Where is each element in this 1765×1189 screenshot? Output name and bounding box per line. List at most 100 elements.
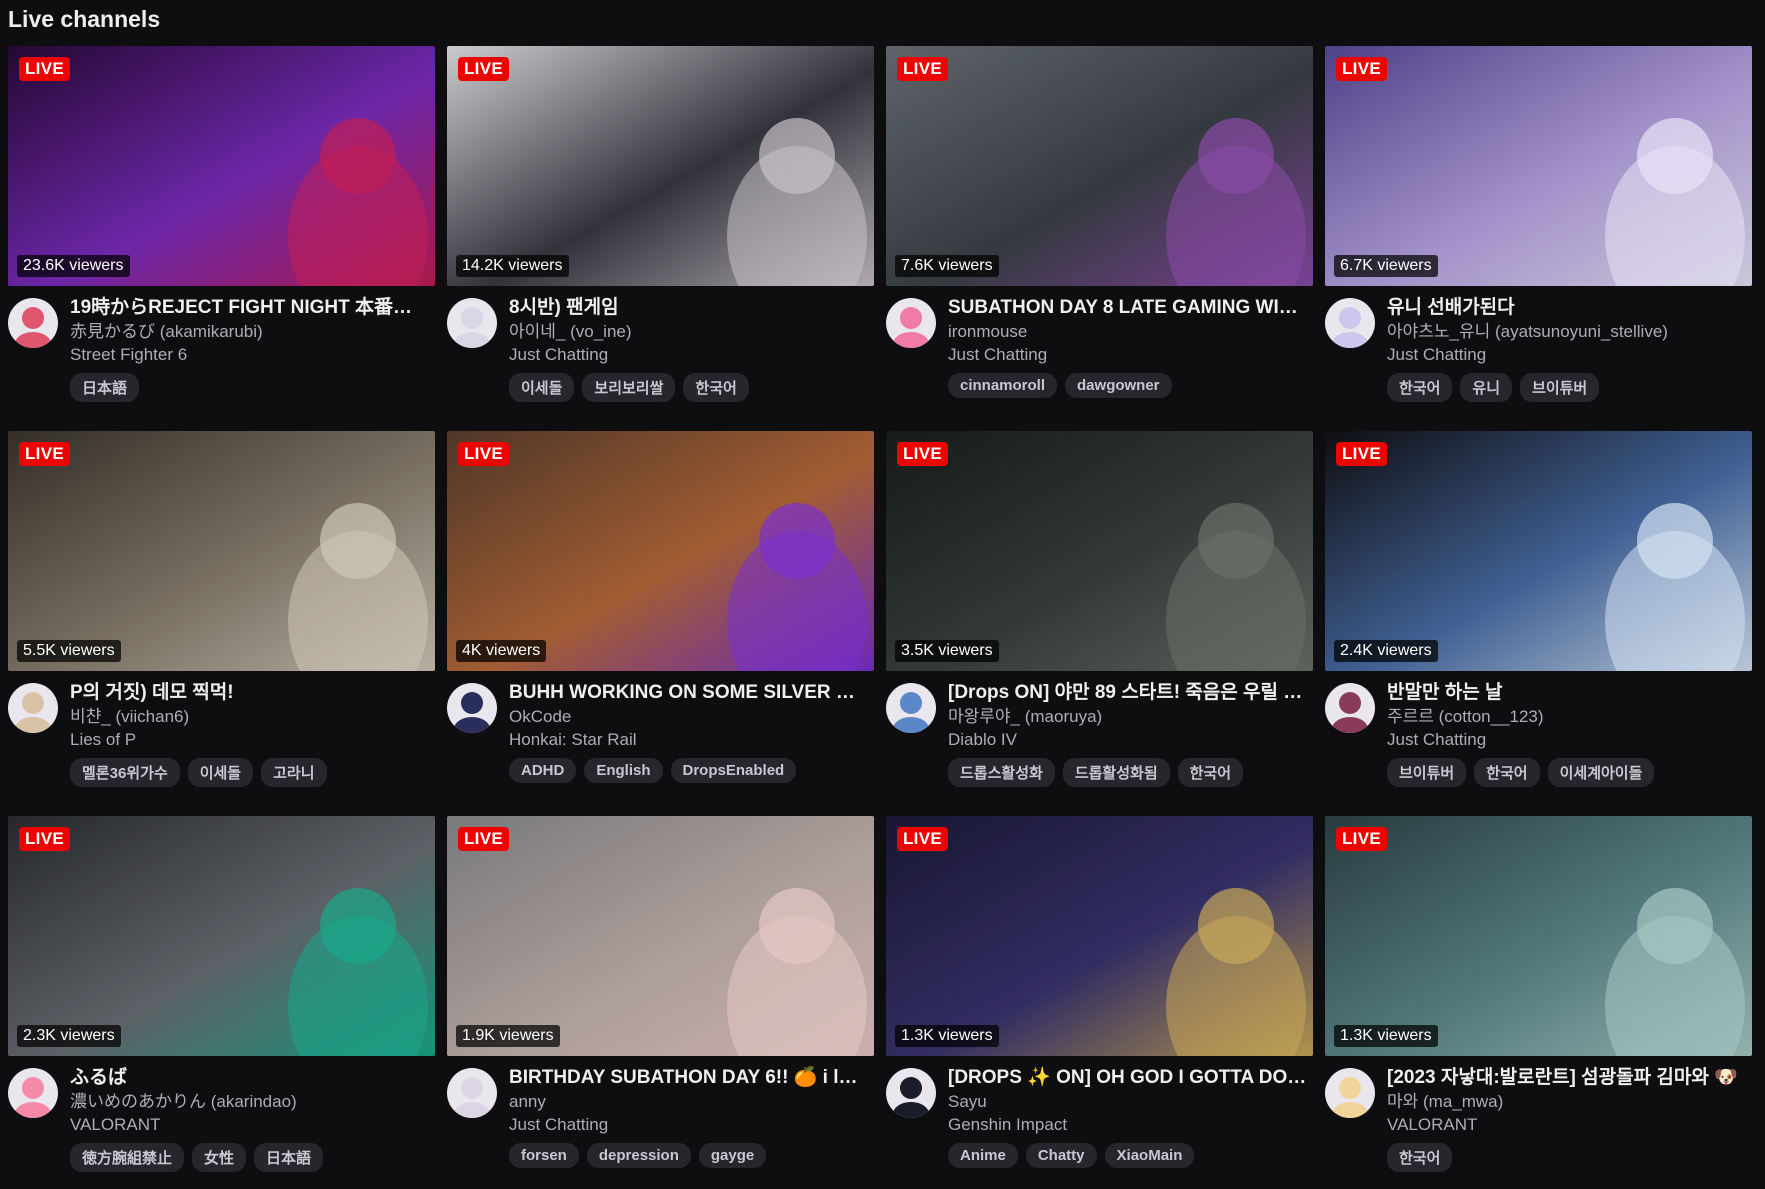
category-link[interactable]: VALORANT <box>70 1113 430 1137</box>
stream-title[interactable]: 8시반) 팬게임 <box>509 296 869 320</box>
tag[interactable]: 브이튜버 <box>1520 373 1600 402</box>
stream-title[interactable]: BUHH WORKING ON SOME SILVER WOLF … <box>509 681 869 705</box>
channel-avatar[interactable] <box>886 1068 936 1118</box>
stream-title[interactable]: SUBATHON DAY 8 LATE GAMING WITH F… <box>948 296 1308 320</box>
channel-name[interactable]: 아이네_ (vo_ine) <box>509 320 869 343</box>
tag[interactable]: English <box>584 758 663 783</box>
tag[interactable]: 한국어 <box>1474 758 1540 787</box>
channel-avatar[interactable] <box>8 1068 58 1118</box>
channel-avatar[interactable] <box>8 298 58 348</box>
tag[interactable]: XiaoMain <box>1104 1143 1195 1168</box>
avatar-image <box>8 683 58 733</box>
tag[interactable]: 이세계아이돌 <box>1547 758 1655 787</box>
tag[interactable]: 한국어 <box>1387 373 1453 402</box>
tag[interactable]: forsen <box>509 1143 579 1168</box>
category-link[interactable]: Just Chatting <box>509 1113 869 1137</box>
tag[interactable]: 고라니 <box>261 758 327 787</box>
stream-title[interactable]: [Drops ON] 야만 89 스타트! 죽음은 우릴 더… <box>948 681 1308 705</box>
channel-name[interactable]: 赤見かるび (akamikarubi) <box>70 320 430 343</box>
stream-thumbnail[interactable]: LIVE 23.6K viewers <box>8 46 435 286</box>
stream-title[interactable]: 유니 선배가된다 <box>1387 296 1747 320</box>
tag[interactable]: ADHD <box>509 758 577 783</box>
stream-thumbnail[interactable]: LIVE 1.9K viewers <box>447 816 874 1056</box>
channel-name[interactable]: 주르르 (cotton__123) <box>1387 705 1747 728</box>
category-link[interactable]: VALORANT <box>1387 1113 1747 1137</box>
channel-avatar[interactable] <box>886 683 936 733</box>
avatar-image <box>1325 1068 1375 1118</box>
channel-avatar[interactable] <box>447 683 497 733</box>
avatar-image <box>886 683 936 733</box>
category-link[interactable]: Street Fighter 6 <box>70 343 430 367</box>
channel-avatar[interactable] <box>1325 683 1375 733</box>
tag[interactable]: 유니 <box>1460 373 1513 402</box>
tag[interactable]: DropsEnabled <box>670 758 797 783</box>
category-link[interactable]: Honkai: Star Rail <box>509 728 869 752</box>
channel-name[interactable]: 마왕루야_ (maoruya) <box>948 705 1308 728</box>
tag[interactable]: Chatty <box>1025 1143 1097 1168</box>
category-link[interactable]: Just Chatting <box>509 343 869 367</box>
tag[interactable]: depression <box>586 1143 691 1168</box>
tag[interactable]: gayge <box>698 1143 767 1168</box>
stream-thumbnail[interactable]: LIVE 6.7K viewers <box>1325 46 1752 286</box>
stream-title[interactable]: P의 거짓) 데모 찍먹! <box>70 681 430 705</box>
stream-thumbnail[interactable]: LIVE 1.3K viewers <box>886 816 1313 1056</box>
stream-title[interactable]: ふるば <box>70 1066 430 1090</box>
tag[interactable]: 女性 <box>192 1143 247 1172</box>
category-link[interactable]: Just Chatting <box>1387 728 1747 752</box>
stream-thumbnail[interactable]: LIVE 2.4K viewers <box>1325 431 1752 671</box>
category-link[interactable]: Just Chatting <box>1387 343 1747 367</box>
tag[interactable]: 이세돌 <box>509 373 575 402</box>
tag[interactable]: 멜론36위가수 <box>70 758 180 787</box>
stream-meta: BUHH WORKING ON SOME SILVER WOLF …OkCode… <box>447 671 874 804</box>
viewer-count: 2.3K viewers <box>17 1025 121 1047</box>
tag[interactable]: 日本語 <box>70 373 140 402</box>
tag[interactable]: cinnamoroll <box>948 373 1058 398</box>
stream-thumbnail[interactable]: LIVE 14.2K viewers <box>447 46 874 286</box>
tag[interactable]: 드롭활성화됨 <box>1062 758 1170 787</box>
stream-info: BUHH WORKING ON SOME SILVER WOLF …OkCode… <box>509 681 869 783</box>
tag[interactable]: 한국어 <box>1177 758 1244 787</box>
stream-thumbnail[interactable]: LIVE 3.5K viewers <box>886 431 1313 671</box>
tag[interactable]: 한국어 <box>683 373 749 402</box>
stream-title[interactable]: BIRTHDAY SUBATHON DAY 6!! 🍊 i love s… <box>509 1066 869 1090</box>
channel-grid: LIVE 23.6K viewers 19時からREJECT FIGHT NIGHT… <box>8 46 1752 1189</box>
channel-name[interactable]: OkCode <box>509 705 869 728</box>
channel-name[interactable]: 마와 (ma_mwa) <box>1387 1090 1747 1113</box>
stream-thumbnail[interactable]: LIVE 4K viewers <box>447 431 874 671</box>
channel-name[interactable]: anny <box>509 1090 869 1113</box>
channel-name[interactable]: ironmouse <box>948 320 1308 343</box>
channel-avatar[interactable] <box>447 298 497 348</box>
tag[interactable]: 徳方腕組禁止 <box>70 1143 185 1172</box>
stream-title[interactable]: [2023 자낳대:발로란트] 섬광돌파 김마와 🐶 <box>1387 1066 1747 1090</box>
stream-title[interactable]: 반말만 하는 날 <box>1387 681 1747 705</box>
tag[interactable]: 日本語 <box>254 1143 324 1172</box>
tag[interactable]: 한국어 <box>1387 1143 1453 1172</box>
tag[interactable]: dawgowner <box>1065 373 1172 398</box>
category-link[interactable]: Diablo IV <box>948 728 1308 752</box>
tag[interactable]: 보리보리쌀 <box>582 373 676 402</box>
viewer-count: 4K viewers <box>456 640 547 662</box>
stream-thumbnail[interactable]: LIVE 2.3K viewers <box>8 816 435 1056</box>
category-link[interactable]: Lies of P <box>70 728 430 752</box>
channel-name[interactable]: Sayu <box>948 1090 1308 1113</box>
channel-name[interactable]: 비챤_ (viichan6) <box>70 705 430 728</box>
channel-name[interactable]: 濃いめのあかりん (akarindao) <box>70 1090 430 1113</box>
category-link[interactable]: Just Chatting <box>948 343 1308 367</box>
tag[interactable]: Anime <box>948 1143 1018 1168</box>
tag-list: Anime Chatty XiaoMain <box>948 1143 1308 1168</box>
channel-avatar[interactable] <box>1325 298 1375 348</box>
channel-avatar[interactable] <box>1325 1068 1375 1118</box>
channel-avatar[interactable] <box>447 1068 497 1118</box>
tag[interactable]: 드롭스활성화 <box>948 758 1055 787</box>
stream-thumbnail[interactable]: LIVE 5.5K viewers <box>8 431 435 671</box>
tag[interactable]: 브이튜버 <box>1387 758 1467 787</box>
stream-thumbnail[interactable]: LIVE 7.6K viewers <box>886 46 1313 286</box>
channel-avatar[interactable] <box>886 298 936 348</box>
tag[interactable]: 이세돌 <box>187 758 254 787</box>
channel-avatar[interactable] <box>8 683 58 733</box>
stream-title[interactable]: [DROPS ✨ ON] OH GOD I GOTTA DO ABY… <box>948 1066 1308 1090</box>
category-link[interactable]: Genshin Impact <box>948 1113 1308 1137</box>
stream-title[interactable]: 19時からREJECT FIGHT NIGHT 本番だよ … <box>70 296 430 320</box>
stream-thumbnail[interactable]: LIVE 1.3K viewers <box>1325 816 1752 1056</box>
channel-name[interactable]: 아야츠노_유니 (ayatsunoyuni_stellive) <box>1387 320 1747 343</box>
